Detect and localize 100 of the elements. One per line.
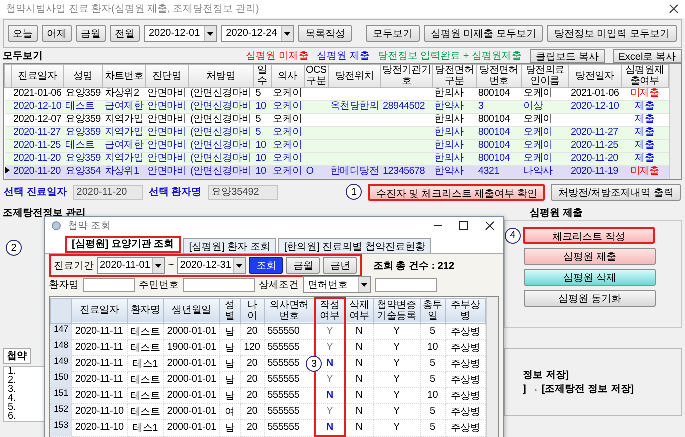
caret-icon [361,282,368,286]
result-count: 조회 총 건수 : 212 [373,260,455,272]
table-cell: Y [373,420,420,436]
close-icon[interactable] [485,220,495,230]
callout-badge: 3 [306,356,322,372]
submit-action-button[interactable]: 심평원 삭제 [524,269,656,286]
scrollbar[interactable] [486,297,498,437]
maximize-icon[interactable] [459,220,469,230]
search-button[interactable]: 조회 [249,257,284,274]
copy-button[interactable]: 클립보드 복사 [530,49,605,63]
tab[interactable]: 첩약 [3,348,31,364]
table-cell: 20 [240,420,264,436]
condition-field[interactable] [375,278,437,292]
table-cell: 남 [220,388,240,404]
tab[interactable]: [심평원] 환자 조회 [183,238,276,253]
table-cell: Y [315,372,345,388]
view-button[interactable]: 모두보기 [366,25,420,42]
window-title: 첩약시범사업 진료 환자(심평원 제출, 조제탕전정보 관리) [6,3,260,16]
table-cell: 2020-11-11 [72,356,128,372]
print-button[interactable]: 처방전/처방조제내역 출력 [551,184,681,200]
table-cell: N [344,420,374,436]
table-cell: 20 [240,324,264,340]
table-cell: 2000-01-01 [164,372,220,388]
period-button[interactable]: 오늘 [8,25,38,42]
table-cell: 10 [254,166,272,178]
row-pointer-icon [4,167,10,174]
table-row[interactable]: 2020-11-25 테스트 급여제한 안면마비 (안면신경마비 10 오케이 한의사 800104 오케이 2020-11-25 제출 [4,140,668,152]
scrollbar[interactable] [669,64,681,179]
column-header: 진료일자 [72,298,128,324]
table-cell: Y [373,324,420,340]
column-header: 의사면허번호 [264,298,316,324]
table-cell: N [344,356,374,372]
period-button[interactable]: 금월 [76,25,106,42]
table-row[interactable]: 2020-12-07 요양359 지역가입 안면마비 (안면신경마비 5 오케이 한의사 800104 오케이 제출 [4,114,668,126]
column-header: 작성여부 [315,298,345,324]
column-header: 탕전위치 [328,64,381,88]
column-header: 나이 [240,298,264,324]
check-submission-button[interactable]: 수진자 및 체크리스트 제출여부 확인 [368,184,546,200]
submit-action-button[interactable]: 심평원 동기화 [524,290,656,307]
table-cell: 2020-11-11 [72,388,128,404]
date-dropdown[interactable]: 2020-12-24 [221,25,294,42]
table-cell: N [344,324,374,340]
close-icon[interactable] [669,4,679,14]
table-row[interactable]: 2020-11-27 요양359 지역가입 안면마비 (안면신경마비 5 오케이 한의사 800104 오케이 2020-11-27 제출 [4,126,668,140]
table-row[interactable]: 2020-11-20 요양359 지역가입 안면마비 (안면신경마비 10 오케이 한의사 800104 오케이 2020-11-20 제출 [4,152,668,166]
view-button[interactable]: 심평원 미제출 모두보기 [424,25,544,42]
resident-number-field[interactable] [183,278,255,292]
period-button[interactable]: 금월 [286,257,320,274]
row-number: 151 [50,388,72,404]
date-dropdown[interactable]: 2020-12-01 [144,25,218,42]
make-list-button[interactable]: 목록작성 [298,25,352,42]
table-row[interactable]: 2020-12-10 테스트 급여제한 안면마비 (안면신경마비 10 오케이 옥천당한의 28944502 한약사 3 이상 2020-12-10 제출 [4,100,668,114]
period-button[interactable]: 금년 [323,257,358,274]
patient-name-field[interactable] [83,278,135,292]
table-cell: N [315,420,345,436]
tab[interactable]: [한의원] 진료의별 첩약진료현황 [278,238,432,253]
table-cell: 남 [220,324,240,340]
table-row[interactable]: 2021-01-06 요양359 차상위2 안면마비 (안면신경마비 5 오케이 한의사 800104 오케이 2021-01-06 미제출 [4,88,668,100]
table-cell: 안면마비 [146,166,188,178]
column-header: OCS구분 [304,64,328,88]
submit-action-button[interactable]: 심평원 제출 [524,248,656,265]
app-icon [51,220,62,231]
tab[interactable]: [심평원] 요양기관 조회 [65,236,182,253]
table-cell: Y [373,340,420,356]
column-header: 심평원제출여부 [621,64,668,88]
copy-button[interactable]: Excel로 복사 [612,49,682,63]
date-dropdown[interactable]: 2020-11-01 [97,257,166,274]
table-cell: 2000-01-01 [164,356,220,372]
table-cell: 테스트 [127,372,164,388]
column-header: 탕전면허구분 [432,64,476,88]
period-button[interactable]: 전월 [110,25,140,42]
table-cell: 요양354 [64,166,103,178]
table-row[interactable]: 2020-11-20 요양354 차상위1 안면마비 (안면신경마비 10 오케이 O 한메디탕전 12345678 한약사 4321 나약사 2020-11-19 미제출 [4,166,668,178]
list-number: 6. [8,412,16,421]
row-number: 153 [50,420,72,436]
date-dropdown[interactable]: 2020-12-31 [177,257,246,274]
selected-patient-field: 요양35492 [208,184,278,200]
table-cell: Y [315,340,345,356]
table-cell: 10 [420,340,446,356]
period-button[interactable]: 어제 [42,25,72,42]
condition-dropdown[interactable]: 면허번호 [303,276,371,293]
table-cell: 2020-11-20 [12,166,64,178]
column-header: 탕전일자 [568,64,622,88]
column-header: 첩약변증기술등록 [373,298,420,324]
table-cell: 2020-11-11 [72,372,128,388]
table-cell: 12345678 [380,166,433,178]
column-header: 총투일 [420,298,446,324]
table-cell: 남 [220,420,240,436]
submit-action-button[interactable]: 체크리스트 작성 [523,227,655,244]
caret-icon [236,264,244,268]
callout-badge: 1 [346,184,362,200]
table-cell: N [315,388,345,404]
list-number: 4. [8,394,16,403]
section-title: 모두보기 [3,50,43,63]
table-cell: 2020-11-10 [72,420,128,436]
row-number: 149 [50,356,72,372]
field-label: 진료기간 [54,260,94,272]
column-header: 생년월일 [164,298,220,324]
table-cell: 5 [420,372,446,388]
view-button[interactable]: 탕전정보 미입력 모두보기 [547,25,677,42]
